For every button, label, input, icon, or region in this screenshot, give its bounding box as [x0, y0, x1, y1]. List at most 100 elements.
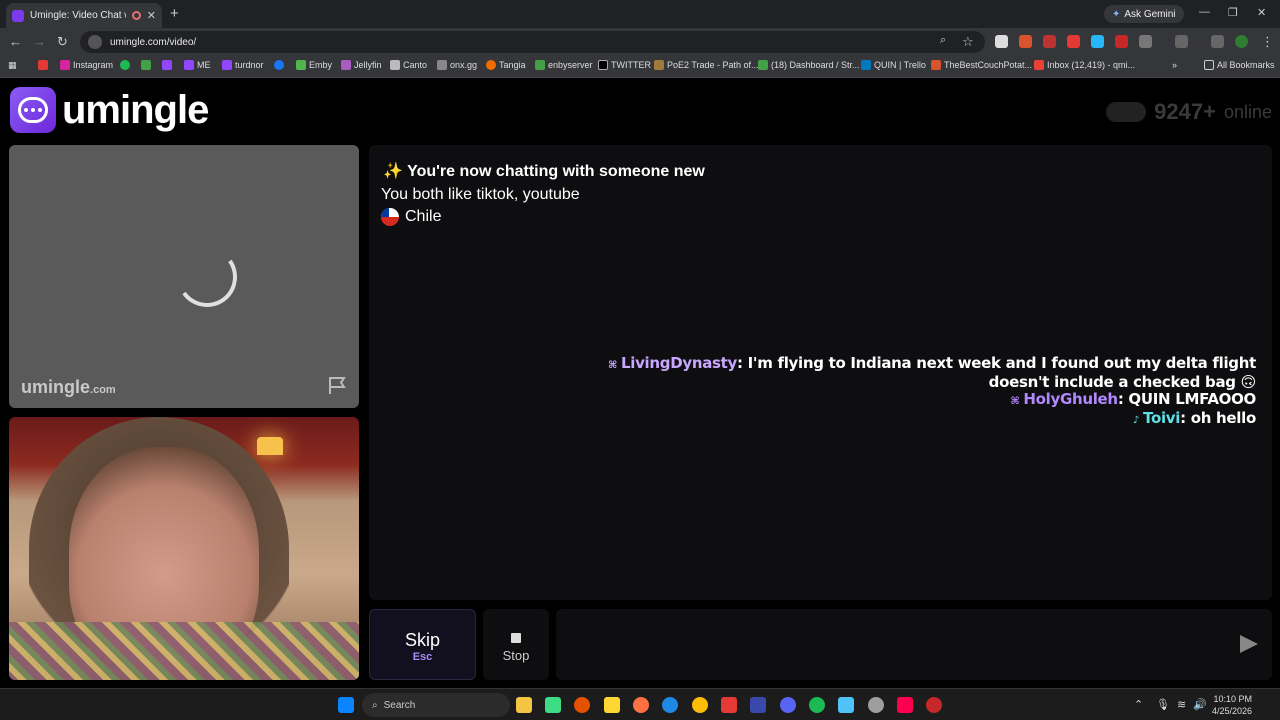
send-arrow-icon[interactable]	[1240, 635, 1258, 653]
zoom-icon[interactable]: ⌕	[940, 34, 946, 47]
side-panel-icon[interactable]	[1175, 35, 1188, 48]
app-red-icon[interactable]	[926, 697, 942, 713]
bookmark-twitch[interactable]	[162, 60, 172, 70]
loading-spinner-icon	[172, 242, 242, 312]
bookmark-turdnor[interactable]: turdnor	[222, 60, 264, 70]
windows-start-icon[interactable]	[338, 697, 354, 713]
bookmark-couchpotato[interactable]: TheBestCouchPotat...	[931, 60, 1032, 70]
bookmark-facebook[interactable]	[274, 60, 284, 70]
bookmark-onx[interactable]: onx.gg	[437, 60, 477, 70]
bookmark-tangia[interactable]: Tangia	[486, 60, 526, 70]
edge-icon[interactable]	[662, 697, 678, 713]
extension-shield-icon[interactable]	[1115, 35, 1128, 48]
ask-gemini-button[interactable]: ✦ Ask Gemini	[1104, 5, 1184, 23]
firefox-icon[interactable]	[633, 697, 649, 713]
spotify-icon	[120, 60, 130, 70]
bookmark-star-icon[interactable]: ☆	[962, 34, 974, 50]
extension-youtube-icon[interactable]	[1067, 35, 1080, 48]
stop-button[interactable]: Stop	[483, 609, 549, 680]
extension-blue-icon[interactable]	[1091, 35, 1104, 48]
extension-fox-icon[interactable]	[1019, 35, 1032, 48]
extension-k-icon[interactable]	[995, 35, 1008, 48]
bookmark-instagram[interactable]: Instagram	[60, 60, 113, 70]
bookmark-youtube[interactable]	[38, 60, 48, 70]
folder-icon	[1204, 60, 1214, 70]
report-flag-icon[interactable]	[327, 375, 347, 395]
bookmark-canto[interactable]: Canto	[390, 60, 427, 70]
country-name: Chile	[405, 208, 442, 225]
app-blue-icon[interactable]	[750, 697, 766, 713]
new-tab-button[interactable]: +	[170, 5, 179, 22]
address-bar[interactable]: umingle.com/video/	[80, 31, 985, 53]
file-explorer-icon[interactable]	[516, 697, 532, 713]
instagram-icon	[60, 60, 70, 70]
extensions-puzzle-icon[interactable]	[1139, 35, 1152, 48]
canto-icon	[390, 60, 400, 70]
discord-icon[interactable]	[780, 697, 796, 713]
message-input[interactable]	[566, 629, 1216, 659]
dashboard-icon	[758, 60, 768, 70]
bookmark-poe2[interactable]: PoE2 Trade - Path of...	[654, 60, 759, 70]
message-text: : oh hello	[1180, 409, 1256, 427]
browser-tab-active[interactable]: Umingle: Video Chat with S ✕	[6, 3, 162, 28]
close-window-button[interactable]: ✕	[1257, 6, 1266, 19]
online-toggle[interactable]	[1106, 102, 1147, 122]
skip-button[interactable]: Skip Esc	[369, 609, 476, 680]
bookmark-jellyfin[interactable]: Jellyfin	[341, 60, 382, 70]
chat-bubble-logo-icon	[10, 87, 56, 133]
bookmark-twitter[interactable]: TWITTER	[598, 60, 651, 70]
onx-icon	[437, 60, 447, 70]
online-count: 9247+	[1154, 99, 1216, 124]
bookmark-enbyserver[interactable]: enbyserver	[535, 60, 593, 70]
bookmark-gmail[interactable]: Inbox (12,419) - qmi...	[1034, 60, 1135, 70]
all-bookmarks-button[interactable]: All Bookmarks	[1204, 60, 1275, 70]
umingle-logo[interactable]: umingle	[10, 87, 209, 133]
volume-icon[interactable]: 🔊	[1193, 698, 1207, 711]
tray-overflow-icon[interactable]: ⌃	[1134, 698, 1143, 711]
bookmark-label: Instagram	[73, 60, 114, 70]
apps-grid-icon[interactable]: ▦	[8, 60, 17, 71]
bookmark-green[interactable]	[141, 60, 151, 70]
tab-close-icon[interactable]: ✕	[147, 9, 156, 22]
taskbar-clock[interactable]: 10:10 PM 4/25/2026	[1212, 693, 1252, 717]
bookmarks-overflow-icon[interactable]: »	[1172, 60, 1177, 70]
clock-time: 10:10 PM	[1213, 694, 1252, 704]
play-app-icon[interactable]	[545, 697, 561, 713]
notepad-icon[interactable]	[838, 697, 854, 713]
opera-icon[interactable]	[721, 697, 737, 713]
bookmark-dashboard[interactable]: (18) Dashboard / Str...	[758, 60, 860, 70]
bookmark-label: TheBestCouchPotat...	[944, 60, 1033, 70]
bookmark-label: turdnor	[235, 60, 264, 70]
menu-kebab-icon[interactable]: ⋮	[1261, 34, 1274, 50]
taskbar-search[interactable]: ⌕ Search	[362, 693, 510, 717]
forward-arrow-icon[interactable]: →	[33, 34, 46, 49]
profile-avatar-icon[interactable]	[1235, 35, 1248, 48]
tab-search-icon[interactable]	[1211, 35, 1224, 48]
reload-icon[interactable]: ↻	[57, 34, 68, 50]
obs-icon[interactable]	[868, 697, 884, 713]
bookmark-spotify[interactable]	[120, 60, 130, 70]
message-username: LivingDynasty	[620, 354, 738, 372]
app-orange-icon[interactable]	[574, 697, 590, 713]
bookmark-me[interactable]: ME	[184, 60, 211, 70]
microphone-icon[interactable]: 🎙	[1156, 698, 1170, 711]
spotify-icon[interactable]	[809, 697, 825, 713]
extension-red-icon[interactable]	[1043, 35, 1056, 48]
restore-button[interactable]: ❐	[1228, 6, 1238, 19]
trello-icon	[861, 60, 871, 70]
green-app-icon	[141, 60, 151, 70]
sticky-notes-icon[interactable]	[604, 697, 620, 713]
skip-label: Skip	[404, 630, 440, 650]
bookmark-label: QUIN | Trello	[874, 60, 926, 70]
back-arrow-icon[interactable]: ←	[9, 34, 22, 49]
bookmark-trello[interactable]: QUIN | Trello	[861, 60, 926, 70]
tiktok-icon[interactable]	[897, 697, 913, 713]
wifi-icon[interactable]: ≋	[1177, 698, 1186, 711]
minimize-button[interactable]: —	[1199, 6, 1210, 18]
bookmark-label: Jellyfin	[354, 60, 382, 70]
recording-indicator-icon	[131, 11, 141, 20]
bookmark-emby[interactable]: Emby	[296, 60, 332, 70]
site-info-icon[interactable]	[88, 35, 102, 49]
chrome-icon[interactable]	[692, 697, 708, 713]
twitch-icon	[222, 60, 232, 70]
